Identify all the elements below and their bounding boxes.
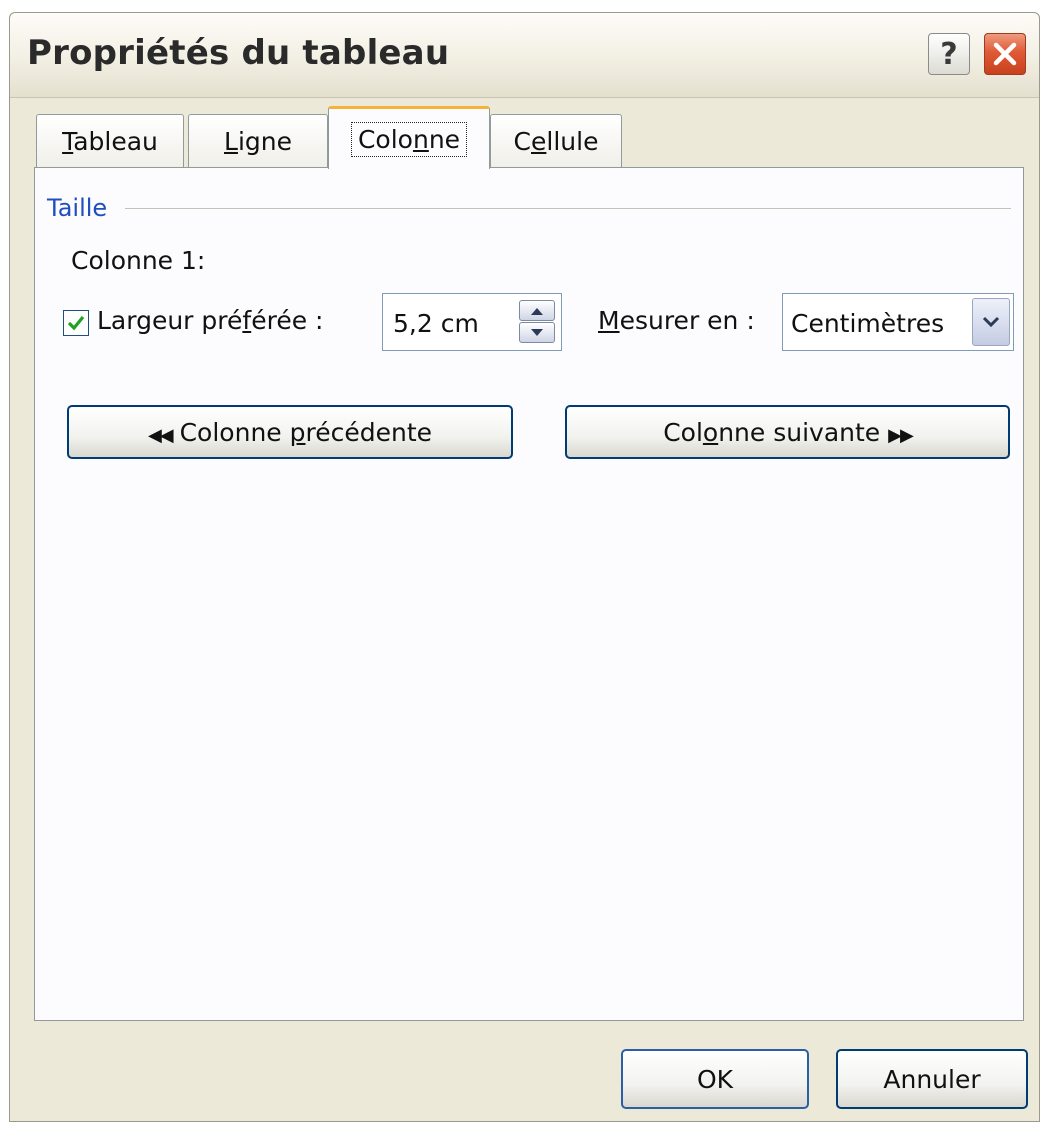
group-legend: Taille bbox=[47, 194, 116, 222]
arrow-down-icon bbox=[531, 328, 543, 336]
tab-tableau[interactable]: Tableau bbox=[36, 114, 184, 168]
help-button[interactable]: ? bbox=[928, 33, 970, 75]
table-properties-dialog: Propriétés du tableau ? Tableau Ligne Co… bbox=[9, 12, 1040, 1122]
measure-unit-value: Centimètres bbox=[791, 309, 945, 338]
spin-up-button[interactable] bbox=[519, 300, 555, 321]
preferred-width-value: 5,2 cm bbox=[393, 309, 479, 338]
preferred-width-checkbox[interactable] bbox=[63, 310, 89, 336]
previous-column-button[interactable]: ◀◀ Colonne précédente bbox=[67, 405, 513, 459]
cancel-label: Annuler bbox=[883, 1064, 981, 1094]
title-bar[interactable]: Propriétés du tableau ? bbox=[10, 13, 1039, 98]
measure-unit-select[interactable]: Centimètres bbox=[782, 293, 1014, 351]
close-icon bbox=[993, 42, 1017, 66]
tab-ligne[interactable]: Ligne bbox=[188, 114, 328, 168]
cancel-button[interactable]: Annuler bbox=[836, 1049, 1028, 1109]
tab-label: Colonne bbox=[350, 121, 468, 157]
spin-down-button[interactable] bbox=[519, 322, 555, 343]
tab-panel-colonne: Taille Colonne 1: Largeur préférée : 5,2… bbox=[34, 167, 1024, 1021]
tab-cellule[interactable]: Cellule bbox=[490, 114, 622, 168]
width-spinner bbox=[519, 300, 557, 344]
help-icon: ? bbox=[940, 36, 958, 72]
tab-label: Ligne bbox=[224, 127, 292, 156]
tab-colonne[interactable]: Colonne bbox=[328, 106, 490, 169]
window-title: Propriétés du tableau bbox=[27, 33, 450, 73]
double-right-arrow-icon: ▶▶ bbox=[888, 424, 914, 446]
ok-label: OK bbox=[696, 1064, 734, 1094]
next-column-label: Colonne suivante ▶▶ bbox=[663, 417, 914, 447]
measure-in-label: Mesurer en : bbox=[598, 306, 755, 335]
group-divider bbox=[125, 208, 1011, 209]
preferred-width-label: Largeur préférée : bbox=[97, 306, 324, 335]
chevron-down-icon bbox=[982, 316, 1000, 328]
preferred-width-input[interactable]: 5,2 cm bbox=[382, 293, 562, 351]
next-column-button[interactable]: Colonne suivante ▶▶ bbox=[565, 405, 1010, 459]
checkmark-icon bbox=[67, 315, 85, 331]
previous-column-label: ◀◀ Colonne précédente bbox=[147, 417, 433, 447]
arrow-up-icon bbox=[531, 307, 543, 315]
tab-label: Cellule bbox=[513, 127, 599, 156]
double-left-arrow-icon: ◀◀ bbox=[147, 424, 174, 446]
dropdown-button[interactable] bbox=[972, 298, 1010, 346]
tab-label: Tableau bbox=[62, 127, 158, 156]
close-button[interactable] bbox=[984, 33, 1026, 75]
column-number-label: Colonne 1: bbox=[71, 246, 206, 275]
ok-button[interactable]: OK bbox=[621, 1049, 809, 1109]
